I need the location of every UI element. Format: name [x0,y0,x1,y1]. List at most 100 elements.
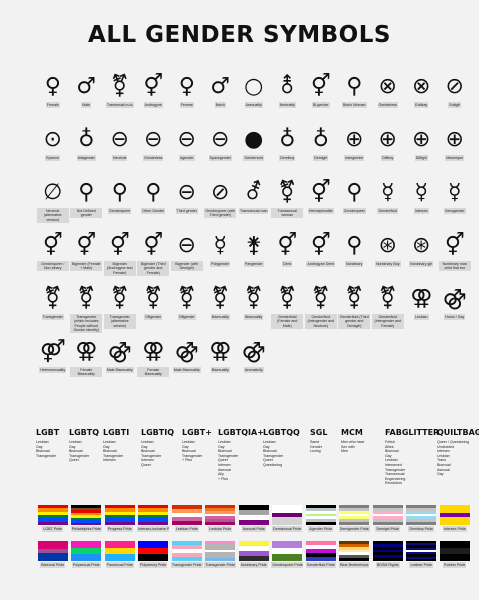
symbol-cell: ⚣ Male Bisexuality [103,337,137,390]
pride-flag [238,505,269,525]
symbol-label: Bisexuality [210,367,230,373]
gender-symbol-icon: ⚢ [209,339,232,364]
symbol-label: Neutrois (alternative version) [36,208,69,223]
gender-symbol-icon: ⚲ [111,180,128,205]
symbol-label: Maverique [445,155,465,161]
gender-symbol-icon: ⚧ [110,74,129,99]
symbol-label: Male Bisexuality [172,367,201,373]
gender-symbol-icon: ⚧ [211,286,230,311]
symbol-cell: ⚧ Genderfluid (Female and Male) [271,284,305,337]
symbol-cell: ⚲ Genderqueer [103,178,137,231]
flag-cell: Demiboy Pride [405,505,439,541]
symbol-label: Aliagender [76,155,96,161]
pride-flag [272,505,303,525]
symbol-cell: ⚧ Offgender [137,284,171,337]
symbol-label: Nonbinary Boy [374,261,401,267]
symbol-cell: ⚥ Bigender (Third gender and Female) [137,231,171,284]
gender-symbol-icon: ⊛ [378,233,397,258]
gender-symbol-icon: ⚣ [174,339,199,364]
flag-stripe [37,521,68,525]
flag-stripe [272,547,303,555]
symbol-cell: ⚵ Pangender [237,231,271,284]
flag-cell: Philadelphia Pride [70,505,104,541]
symbol-label: Third gender [175,208,198,214]
symbol-label: Gendervoid [243,155,265,161]
symbol-cell: ⚧ Genderfluid (Third gender and Demigirl) [338,284,372,337]
symbol-label: Femme [179,102,194,108]
flag-stripe [71,554,102,561]
symbol-cell: ☿ Polygender [204,231,238,284]
symbol-label: Genderqueer / Non-binary [36,261,69,272]
gender-symbol-icon: ⊖ [177,127,196,152]
pride-flag [439,505,470,525]
pride-flag [406,541,437,561]
gender-symbol-icon: ⚧ [244,286,263,311]
symbol-cell: ⊖ Genderless [137,125,171,178]
symbol-cell: ⚧ Transsexual woman [271,178,305,231]
gender-symbol-icon: ⊕ [345,127,364,152]
flag-grid: LGBT Pride Philadelphia Pride Progress Pri… [36,505,472,577]
acronym-column: FABGLITTER Fetish Allies Bisexual Gay Les… [385,428,439,486]
symbol-cell: ♀ Female [36,72,70,125]
flag-cell: Intersex-inclusive Pride [137,505,171,541]
gender-symbol-icon: ⚥ [143,233,164,258]
symbol-cell: ⚢ Bisexuality [204,337,238,390]
symbol-cell: ⚧ Bisexuality [204,284,238,337]
acronym-heading: LGBTIQ [141,428,174,437]
flag-label: Demisexual Pride [272,526,303,532]
gender-symbol-icon: ⚢ [142,339,165,364]
symbol-label: Bisexuality [210,314,230,320]
symbol-cell: ● Gendervoid [237,125,271,178]
acronym-expansion: Lesbian Gay Bisexual Transgender Queer I… [218,440,239,481]
flag-stripe [305,557,336,561]
symbol-label: Neutrality [278,102,296,108]
flag-cell: Lesbian Pride [170,505,204,541]
gender-symbol-icon: ⚥ [310,74,331,99]
symbol-label: Eddkay [414,102,429,108]
symbol-label: Homo / Gay [444,314,466,320]
symbol-cell: ♁ Demigirl [304,125,338,178]
flag-stripe [71,541,102,548]
flag-label: Bear Brotherhood [339,562,370,568]
flag-label: Asexual Pride [241,526,266,532]
symbol-cell: ⚧ Bisexuality [237,284,271,337]
symbol-label: Intergender [344,155,365,161]
flag-label: Demigirl Pride [375,526,401,532]
pride-flag [171,541,202,561]
flag-label: Philadelphia Pride [70,526,102,532]
pride-flag [71,505,102,525]
pride-flag [439,541,470,561]
gender-symbol-icon: ⚧ [177,286,196,311]
symbol-label: Other Gender [141,208,166,214]
flag-cell: Polyamory Pride [137,541,171,577]
symbol-cell: ⊘ Sufiglrl [438,72,472,125]
flag-stripe [138,541,169,548]
gender-symbol-icon: ⚲ [346,180,363,205]
symbol-cell: ⚣ Aromaticity [237,337,271,390]
gender-symbol-icon: ⚥ [143,74,164,99]
symbol-label: Intersex [413,208,429,214]
flag-cell: BDSM Rights [371,541,405,577]
flag-stripe [439,521,470,525]
symbol-label: Nonbinary [345,261,364,267]
symbol-cell: ⊗ Genderless [371,72,405,125]
flag-stripe [104,554,135,561]
symbol-label: Female [45,102,60,108]
symbol-cell: ⚢ Lesbian [405,284,439,337]
symbol-cell: ⚥ Nonbinary man child that bor [438,231,472,284]
acronym-expansion: Queer / Questioning Undecided Intersex L… [437,440,470,477]
flag-stripe [138,547,169,555]
flag-label: Demigender Pride [338,526,370,532]
pride-flag [238,541,269,561]
acronym-heading: FABGLITTER [385,428,440,437]
acronym-expansion: Same Gender Loving [310,440,322,454]
flag-cell: Demigender Pride [338,505,372,541]
gender-symbol-icon: ⊖ [110,127,129,152]
gender-symbol-icon: ∅ [43,180,63,205]
flag-stripe [104,547,135,555]
symbol-cell: ⊖ Third gender [170,178,204,231]
gender-symbol-icon: ☿ [380,180,395,205]
symbol-label: Pangender [243,261,264,267]
gender-symbol-icon: ⚧ [43,286,62,311]
symbol-label: Bigender (with Demigirl) [170,261,203,272]
